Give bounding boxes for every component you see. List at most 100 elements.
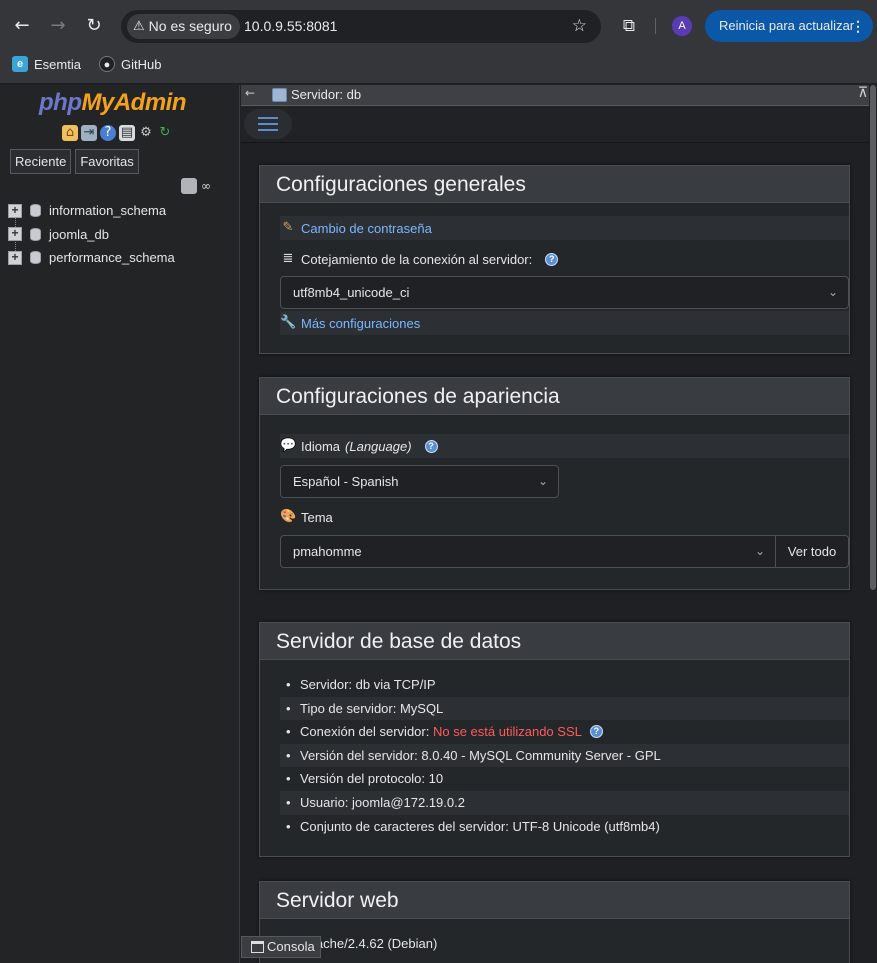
wrench-icon: 🔧: [280, 315, 297, 330]
server-breadcrumb[interactable]: Servidor: db: [291, 87, 361, 102]
help-icon[interactable]: ?: [424, 439, 438, 453]
expand-plus-icon[interactable]: +: [8, 250, 22, 265]
tree-item-joomla-db[interactable]: + joomla_db: [8, 223, 175, 247]
panel-title: Servidor de base de datos: [260, 623, 849, 660]
top-menu-bar: [241, 106, 877, 143]
server-charset: Conjunto de caracteres del servidor: UTF…: [300, 818, 660, 834]
forward-arrow-icon[interactable]: →: [45, 13, 71, 39]
appearance-settings-panel: Configuraciones de apariencia 💬 Idioma (…: [259, 377, 850, 590]
list-item: Apache/2.4.62 (Debian): [280, 932, 849, 956]
maximize-icon[interactable]: ⊼: [858, 85, 868, 101]
collation-row: ≣ Cotejamiento de la conexión al servido…: [280, 247, 849, 271]
address-bar[interactable]: ⚠ No es seguro 10.0.9.55:8081 ☆: [121, 10, 601, 43]
database-server-panel: Servidor de base de datos Servidor: db v…: [259, 622, 850, 857]
change-password-row: ✎ Cambio de contraseña: [280, 216, 849, 240]
bookmark-github[interactable]: ● GitHub: [99, 53, 161, 75]
server-info-list: Servidor: db via TCP/IP Tipo de servidor…: [280, 673, 849, 838]
server-info: Servidor: db via TCP/IP: [300, 677, 436, 692]
language-row: 💬 Idioma (Language) ?: [280, 434, 849, 458]
extensions-puzzle-icon[interactable]: ⧉: [617, 13, 641, 39]
list-item: Tipo de servidor: MySQL: [280, 696, 849, 721]
kebab-menu-icon[interactable]: ⋮: [851, 10, 865, 42]
bookmark-label: GitHub: [121, 56, 162, 72]
server-type: Tipo de servidor: MySQL: [300, 700, 444, 716]
web-server-list: Apache/2.4.62 (Debian): [280, 932, 849, 956]
list-item: Conexión del servidor: No se está utiliz…: [280, 720, 849, 744]
panel-title: Configuraciones de apariencia: [260, 378, 849, 415]
language-icon: 💬: [280, 438, 297, 453]
list-item: Versión del servidor: 8.0.40 - MySQL Com…: [280, 743, 849, 768]
url-text[interactable]: 10.0.9.55:8081: [244, 10, 337, 43]
protocol-version: Versión del protocolo: 10: [300, 771, 444, 787]
list-item: Servidor: db via TCP/IP: [280, 673, 849, 697]
panel-title: Configuraciones generales: [260, 166, 849, 203]
phpmyadmin-logo[interactable]: phpMyAdmin: [39, 89, 187, 117]
database-name[interactable]: performance_schema: [49, 250, 175, 265]
security-label: No es seguro: [148, 18, 232, 34]
bookmark-esemtia[interactable]: e Esemtia: [12, 53, 81, 75]
hamburger-menu-icon[interactable]: [244, 109, 292, 139]
key-icon: ✎: [282, 220, 294, 235]
reload-icon[interactable]: ↻: [81, 13, 107, 39]
connection-label: Conexión del servidor:: [300, 724, 430, 740]
page-scrollbar[interactable]: [869, 85, 877, 955]
collapse-panel-arrow-icon[interactable]: ←: [245, 86, 255, 100]
tree-controls: ∞: [181, 178, 211, 194]
database-name[interactable]: information_schema: [49, 203, 166, 218]
scrollbar-thumb[interactable]: [870, 85, 876, 590]
browser-toolbar: ← → ↻ ⚠ No es seguro 10.0.9.55:8081 ☆ ⧉ …: [0, 0, 877, 52]
console-window-icon: [251, 941, 264, 953]
language-label: Idioma: [301, 438, 341, 454]
expand-plus-icon[interactable]: +: [8, 203, 22, 218]
database-icon: [30, 227, 41, 241]
list-item: Usuario: joomla@172.19.0.2: [280, 790, 849, 815]
logout-icon[interactable]: ⇥: [81, 125, 97, 141]
language-value: Español - Spanish: [293, 474, 399, 489]
help-icon[interactable]: ?: [545, 252, 559, 266]
home-icon[interactable]: ⌂: [62, 125, 78, 141]
console-label: Consola: [267, 939, 315, 954]
link-icon[interactable]: ∞: [201, 179, 211, 193]
database-name[interactable]: joomla_db: [49, 227, 109, 242]
theme-label: Tema: [301, 509, 333, 525]
tab-favorites[interactable]: Favoritas: [75, 149, 139, 174]
server-user: Usuario: joomla@172.19.0.2: [300, 794, 465, 810]
chevron-down-icon: ⌄: [754, 544, 765, 558]
nav-tabs: Reciente Favoritas: [10, 149, 139, 174]
web-server-panel: Servidor web Apache/2.4.62 (Debian): [259, 881, 850, 963]
collation-select[interactable]: utf8mb4_unicode_ci ⌄: [280, 276, 849, 309]
esemtia-favicon-icon: e: [12, 56, 28, 72]
profile-avatar[interactable]: A: [672, 16, 692, 36]
ssl-warning: No se está utilizando SSL: [432, 724, 582, 740]
language-select[interactable]: Español - Spanish ⌄: [280, 465, 559, 498]
gear-icon[interactable]: ⚙: [138, 125, 154, 141]
refresh-icon[interactable]: ↻: [157, 125, 173, 141]
tree-item-performance-schema[interactable]: + performance_schema: [8, 246, 175, 270]
panel-title: Servidor web: [260, 882, 849, 919]
collation-value: utf8mb4_unicode_ci: [293, 285, 410, 300]
bookmark-star-icon[interactable]: ☆: [572, 10, 587, 43]
console-toggle[interactable]: Consola: [241, 936, 321, 958]
change-password-link[interactable]: Cambio de contraseña: [301, 221, 432, 236]
toolbar-divider: [655, 18, 656, 34]
documentation-icon[interactable]: ▤: [119, 125, 135, 141]
server-version: Versión del servidor: 8.0.40 - MySQL Com…: [300, 747, 661, 763]
help-icon[interactable]: ?: [589, 725, 603, 739]
logo-admin: Admin: [113, 89, 187, 116]
collation-label: Cotejamiento de la conexión al servidor:: [301, 251, 533, 267]
logo-my: My: [81, 89, 114, 116]
view-all-button[interactable]: Ver todo: [775, 535, 849, 568]
help-icon[interactable]: ?: [100, 125, 116, 141]
language-label-en: (Language): [345, 438, 412, 454]
server-icon: [272, 88, 287, 102]
tab-recent[interactable]: Reciente: [10, 149, 72, 174]
more-settings-link[interactable]: Más configuraciones: [301, 316, 420, 331]
bookmark-label: Esemtia: [34, 56, 81, 72]
collapse-all-icon[interactable]: [181, 178, 197, 194]
expand-plus-icon[interactable]: +: [8, 227, 22, 242]
theme-select[interactable]: pmahomme ⌄: [280, 535, 776, 568]
back-arrow-icon[interactable]: ←: [9, 13, 35, 39]
restart-update-button[interactable]: Reinicia para actualizar ⋮: [705, 10, 873, 42]
tree-item-information-schema[interactable]: + information_schema: [8, 199, 175, 223]
security-chip[interactable]: ⚠ No es seguro: [127, 14, 240, 39]
